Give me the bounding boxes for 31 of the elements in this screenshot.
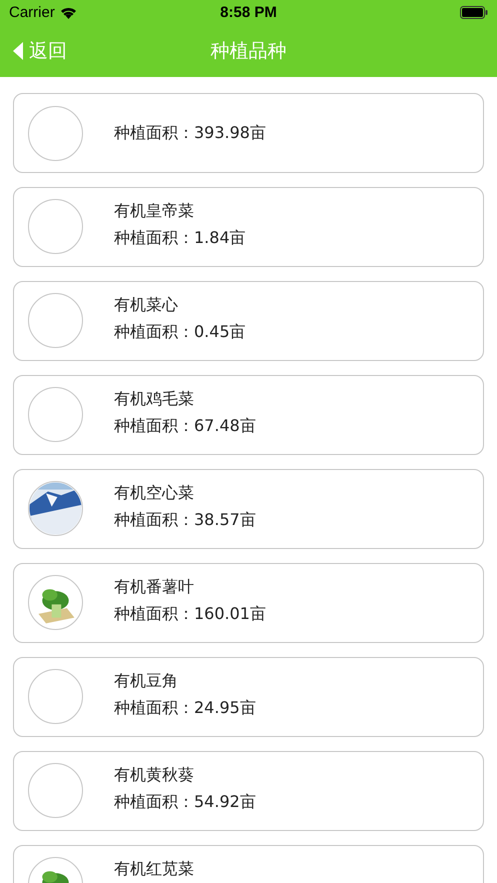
page-title: 种植品种	[210, 39, 286, 64]
variety-name: 有机豆角	[114, 671, 179, 692]
carrier-label: Carrier	[9, 4, 55, 21]
variety-card[interactable]: 有机空心菜 种植面积：38.57亩	[13, 469, 484, 549]
planting-area: 种植面积：54.92亩	[114, 792, 256, 813]
variety-card[interactable]: 有机番薯叶 种植面积：160.01亩	[13, 563, 484, 643]
variety-name: 有机空心菜	[114, 483, 195, 504]
variety-card[interactable]: 有机豆角 种植面积：24.95亩	[13, 657, 484, 737]
planting-area: 种植面积：393.98亩	[114, 122, 266, 144]
battery-icon	[460, 6, 488, 19]
status-time: 8:58 PM	[220, 4, 277, 21]
variety-card[interactable]: 有机黄秋葵 种植面积：54.92亩	[13, 751, 484, 831]
planting-area: 种植面积：0.45亩	[114, 322, 246, 343]
variety-card[interactable]: 有机皇帝菜 种植面积：1.84亩	[13, 187, 484, 267]
variety-name: 有机鸡毛菜	[114, 389, 195, 410]
variety-card[interactable]: 有机鸡毛菜 种植面积：67.48亩	[13, 375, 484, 455]
planting-area: 种植面积：67.48亩	[114, 416, 256, 437]
variety-name: 有机菜心	[114, 295, 179, 316]
variety-name: 有机番薯叶	[114, 577, 195, 598]
planting-area: 种植面积：160.01亩	[114, 604, 266, 625]
variety-card[interactable]: 有机菜心 种植面积：0.45亩	[13, 281, 484, 361]
planting-area: 种植面积：38.57亩	[114, 510, 256, 531]
variety-card[interactable]: 种植面积：393.98亩	[13, 93, 484, 173]
back-icon	[13, 42, 23, 60]
variety-name: 有机红苋菜	[114, 859, 194, 880]
planting-area: 种植面积：1.84亩	[114, 228, 246, 249]
variety-name: 有机黄秋葵	[114, 765, 195, 786]
variety-card[interactable]: 有机红苋菜	[13, 845, 484, 883]
variety-name: 有机皇帝菜	[114, 201, 195, 222]
planting-area: 种植面积：24.95亩	[114, 698, 256, 719]
wifi-icon	[60, 6, 77, 19]
